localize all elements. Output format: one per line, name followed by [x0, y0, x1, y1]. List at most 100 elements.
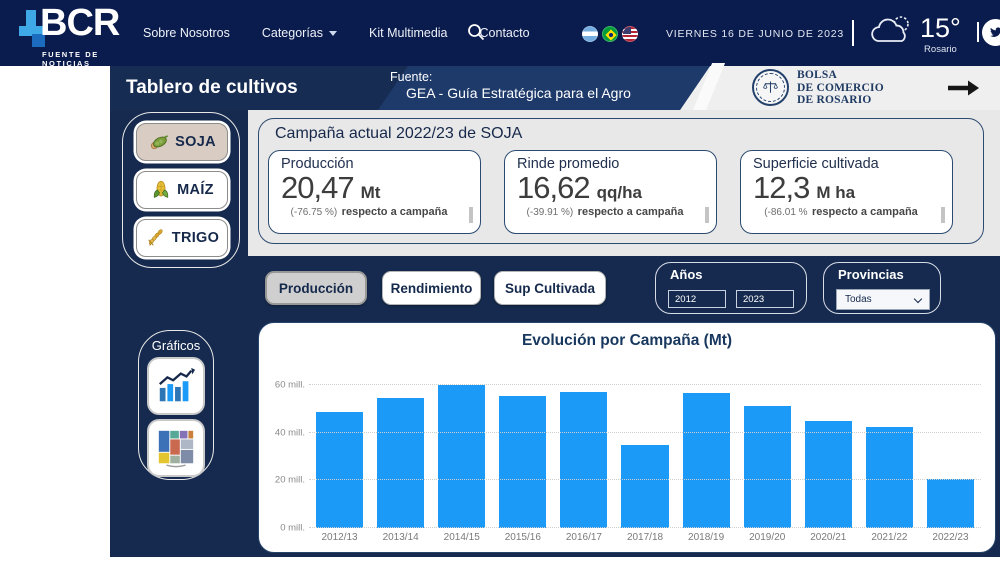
- y-tick-label: 40 mill.: [263, 427, 305, 438]
- x-tick-label: 2021/22: [866, 532, 913, 543]
- soy-icon: [148, 131, 170, 153]
- bcr-seal-icon: [752, 69, 789, 106]
- bar-column: [744, 373, 791, 528]
- kpi-delta: (-39.91 %) respecto a campaña 21/22: [517, 205, 693, 222]
- page: BCR FUENTE DE NOTICIAS Sobre Nosotros Ca…: [0, 0, 1000, 569]
- bar-column: [805, 373, 852, 528]
- x-tick-label: 2018/19: [683, 532, 730, 543]
- chart-type-panel: Gráficos: [138, 330, 214, 480]
- bar-2017/18[interactable]: [621, 445, 668, 528]
- next-arrow-icon[interactable]: [948, 79, 980, 97]
- metric-button-sup-cultivada[interactable]: Sup Cultivada: [494, 271, 606, 305]
- kpi-unit: qq/ha: [597, 183, 642, 203]
- nav-item-sobre-nosotros[interactable]: Sobre Nosotros: [143, 26, 230, 40]
- chart-type-label: Gráficos: [139, 338, 213, 353]
- bar-2020/21[interactable]: [805, 421, 852, 528]
- language-flags: [582, 26, 638, 42]
- kpi-panel-title: Campaña actual 2022/23 de SOJA: [275, 125, 522, 143]
- chart-plot: 0 mill.20 mill.40 mill.60 mill.: [309, 373, 981, 528]
- search-icon[interactable]: [467, 23, 485, 41]
- kpi-unit: M ha: [816, 183, 855, 203]
- twitter-icon[interactable]: [982, 19, 1000, 46]
- years-filter-panel: Años: [655, 262, 807, 314]
- bar-chart-view-button[interactable]: [149, 359, 203, 413]
- cloud-icon: [868, 13, 916, 49]
- bar-2019/20[interactable]: [744, 406, 791, 528]
- nav-item-categorias[interactable]: Categorías: [262, 26, 337, 40]
- bar-2021/22[interactable]: [866, 427, 913, 528]
- crop-button-trigo[interactable]: TRIGO: [136, 219, 228, 257]
- kpi-delta: (-86.01 % respecto a campaña 21/22: [753, 205, 929, 222]
- gridline: 60 mill.: [309, 384, 981, 385]
- x-tick-label: 2012/13: [316, 532, 363, 543]
- bar-2015/16[interactable]: [499, 396, 546, 528]
- scrollbar-thumb[interactable]: [469, 207, 473, 223]
- year-to-input[interactable]: [736, 290, 794, 308]
- scrollbar-thumb[interactable]: [705, 207, 709, 223]
- crop-button-maiz[interactable]: MAÍZ: [136, 171, 228, 209]
- bar-2018/19[interactable]: [683, 393, 730, 528]
- bar-column: [499, 373, 546, 528]
- kpi-card-produccion: Producción 20,47 Mt (-76.75 %) respecto …: [268, 150, 481, 234]
- chevron-down-icon: [914, 295, 922, 303]
- bar-column: [683, 373, 730, 528]
- bar-2022/23[interactable]: [927, 479, 974, 528]
- bar-column: [621, 373, 668, 528]
- chart-title: Evolución por Campaña (Mt): [259, 332, 995, 350]
- nav-item-contacto[interactable]: Contacto: [480, 26, 530, 40]
- bcr-org-logo: BOLSA DE COMERCIO DE ROSARIO: [752, 69, 884, 107]
- bar-2012/13[interactable]: [316, 412, 363, 528]
- kpi-value: 16,62: [517, 170, 590, 206]
- flag-brasil-icon[interactable]: [602, 26, 618, 42]
- x-tick-label: 2013/14: [377, 532, 424, 543]
- crop-button-soja[interactable]: SOJA: [136, 123, 228, 161]
- gridline: 0 mill.: [309, 527, 981, 528]
- temperature: 15°: [920, 13, 961, 43]
- year-from-input[interactable]: [668, 290, 726, 308]
- bar-2013/14[interactable]: [377, 398, 424, 528]
- kpi-value: 20,47: [281, 170, 354, 206]
- bar-chart-icon: [155, 365, 197, 407]
- top-navbar: BCR FUENTE DE NOTICIAS Sobre Nosotros Ca…: [0, 0, 1000, 66]
- bar-column: [927, 373, 974, 528]
- org-name: BOLSA DE COMERCIO DE ROSARIO: [797, 69, 884, 107]
- flag-argentina-icon[interactable]: [582, 26, 598, 42]
- bar-column: [316, 373, 363, 528]
- kpi-panel: Campaña actual 2022/23 de SOJA Producció…: [258, 118, 984, 244]
- kpi-region: Campaña actual 2022/23 de SOJA Producció…: [248, 110, 1000, 256]
- crop-selector-panel: SOJA MAÍZ: [122, 112, 240, 268]
- source-label: Fuente:: [390, 70, 631, 84]
- y-tick-label: 20 mill.: [263, 475, 305, 486]
- nav-item-kit-multimedia[interactable]: Kit Multimedia: [369, 26, 448, 40]
- kpi-unit: Mt: [361, 183, 381, 203]
- x-tick-label: 2017/18: [621, 532, 668, 543]
- kpi-card-rinde: Rinde promedio 16,62 qq/ha (-39.91 %) re…: [504, 150, 717, 234]
- chart-panel: Evolución por Campaña (Mt) 0 mill. 20 mil…: [258, 322, 996, 553]
- treemap-view-button[interactable]: [149, 421, 203, 475]
- kpi-value: 12,3: [753, 170, 809, 206]
- bar-2016/17[interactable]: [560, 392, 607, 528]
- x-tick-label: 2019/20: [744, 532, 791, 543]
- metric-button-rendimiento[interactable]: Rendimiento: [382, 271, 481, 305]
- metric-button-produccion[interactable]: Producción: [265, 271, 367, 305]
- treemap-icon: [155, 427, 197, 469]
- bar-column: [438, 373, 485, 528]
- flag-usa-icon[interactable]: [622, 26, 638, 42]
- provinces-select[interactable]: Todas: [836, 289, 930, 310]
- bcr-logo[interactable]: BCR FUENTE DE NOTICIAS: [18, 4, 148, 64]
- years-label: Años: [670, 267, 703, 282]
- x-tick-label: 2022/23: [927, 532, 974, 543]
- kpi-card-superficie: Superficie cultivada 12,3 M ha (-86.01 %…: [740, 150, 953, 234]
- scrollbar-thumb[interactable]: [941, 207, 945, 223]
- bar-column: [866, 373, 913, 528]
- kpi-delta: (-76.75 %) respecto a campaña 21/22: [281, 205, 457, 222]
- page-title: Tablero de cultivos: [126, 66, 298, 110]
- divider: [977, 22, 979, 42]
- corn-icon: [150, 179, 172, 201]
- weather-city: Rosario: [920, 44, 961, 55]
- wheat-icon: [145, 227, 167, 249]
- bars-container: [309, 373, 981, 528]
- chevron-down-icon: [329, 31, 337, 36]
- bar-2014/15[interactable]: [438, 385, 485, 528]
- x-tick-label: 2015/16: [499, 532, 546, 543]
